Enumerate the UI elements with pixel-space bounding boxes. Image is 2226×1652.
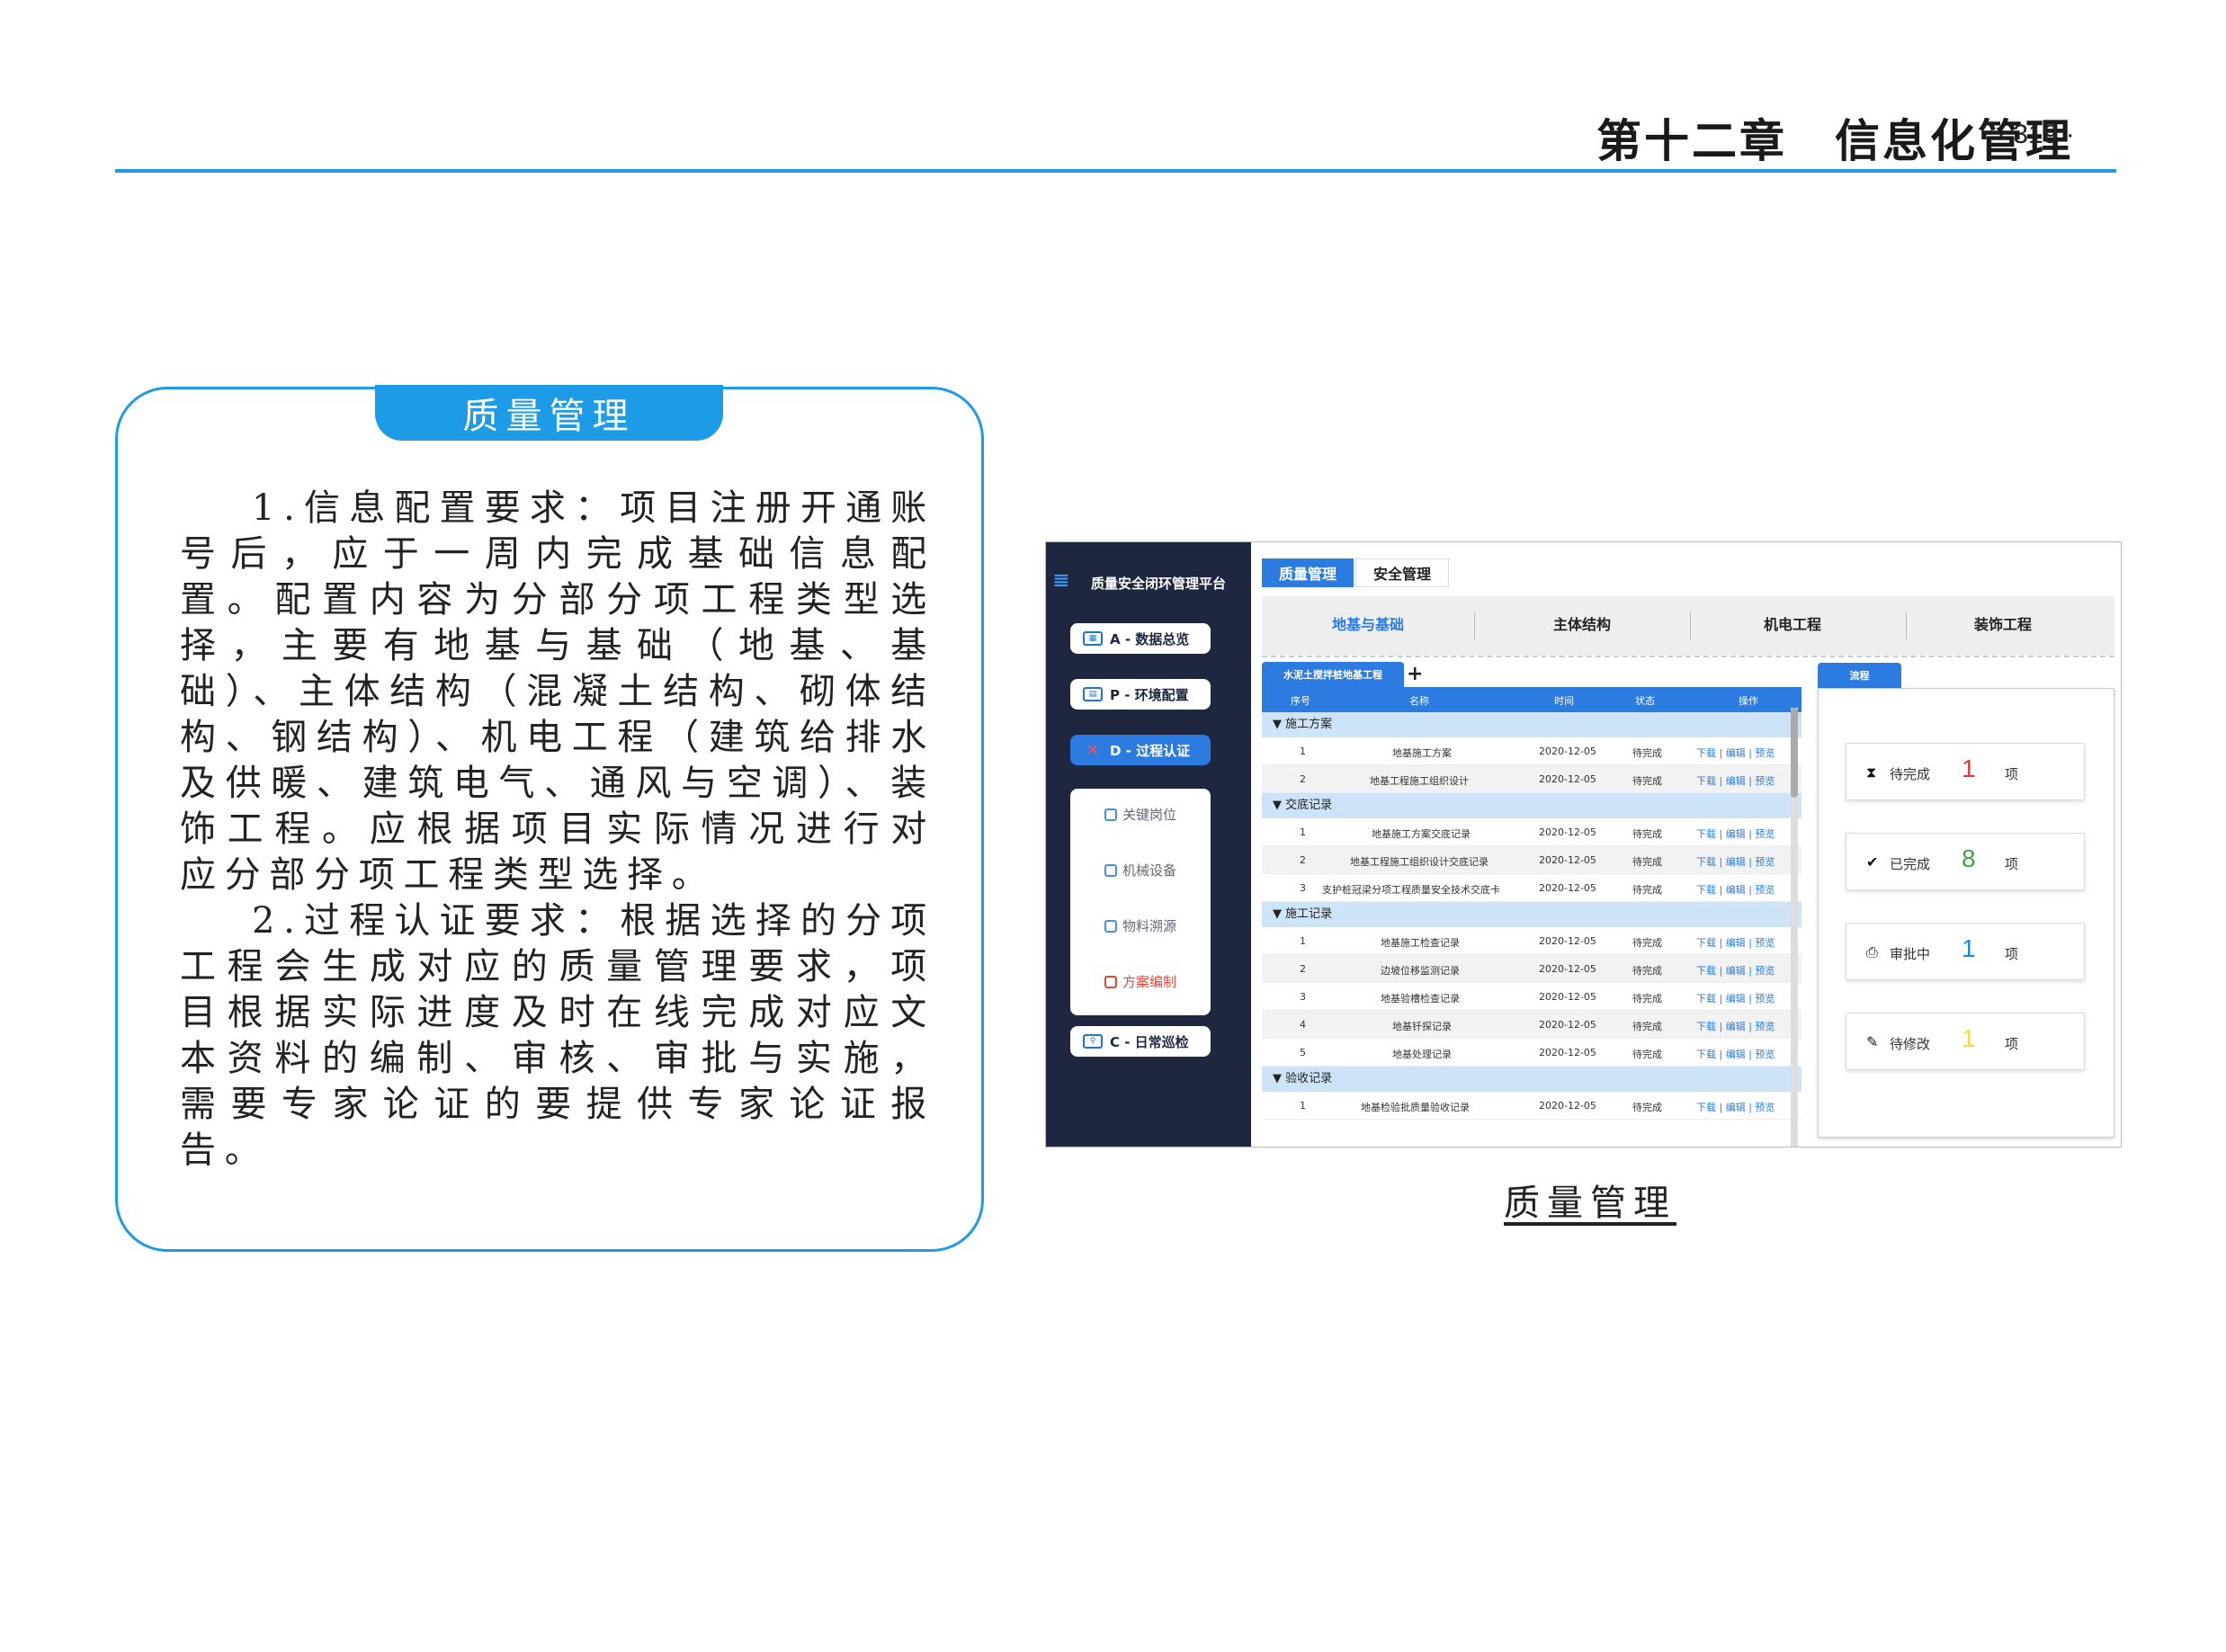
- main-panel: 质量管理 安全管理 地基与基础 主体结构 机电工程 装饰工程 水泥土搅拌桩地基工…: [1251, 542, 2121, 1147]
- submenu-material-trace[interactable]: 物料溯源: [1070, 916, 1211, 935]
- group-header[interactable]: ▼ 施工方案: [1262, 712, 1801, 737]
- table-row: 1 地基施工方案 2020-12-05 待完成 下载 | 编辑 | 预览: [1262, 737, 1801, 765]
- crane-icon: [1104, 864, 1117, 877]
- document-search-icon: ⎙: [1866, 943, 1878, 960]
- flow-card-done[interactable]: ✔ 已完成 8 项: [1846, 833, 2085, 890]
- done-count: 8: [1962, 844, 1976, 872]
- group-header[interactable]: ▼ 交底记录: [1262, 793, 1801, 818]
- row-actions[interactable]: 下载 | 编辑 | 预览: [1696, 935, 1775, 950]
- paragraph-2: 2.过程认证要求：根据选择的分项工程会生成对应的质量管理要求，项目根据实际进度及…: [180, 900, 935, 1171]
- category-foundation[interactable]: 地基与基础: [1269, 612, 1467, 634]
- group-header[interactable]: ▼ 验收记录: [1262, 1067, 1801, 1092]
- text-box-body: 1.信息配置要求：项目注册开通账号后，应于一周内完成基础信息配置。配置内容为分部…: [180, 486, 935, 1174]
- header-rule: [115, 169, 2116, 173]
- row-actions[interactable]: 下载 | 编辑 | 预览: [1696, 963, 1775, 978]
- figure-caption: 质量管理: [1504, 1183, 1676, 1224]
- nav-data-overview[interactable]: ▦ A - 数据总览: [1070, 623, 1211, 654]
- nav-daily-inspect[interactable]: ⚲ C - 日常巡检: [1070, 1026, 1211, 1057]
- row-actions[interactable]: 下载 | 编辑 | 预览: [1696, 854, 1775, 869]
- flow-card-pending[interactable]: ⧗ 待完成 1 项: [1846, 743, 2085, 800]
- document-icon: [1104, 976, 1117, 988]
- revise-count: 1: [1962, 1024, 1976, 1052]
- flow-tab[interactable]: 流程: [1818, 663, 1901, 688]
- table-row: 2 地基工程施工组织设计 2020-12-05 待完成 下载 | 编辑 | 预览: [1262, 765, 1801, 793]
- row-actions[interactable]: 下载 | 编辑 | 预览: [1696, 773, 1775, 788]
- inspector-icon: ⚲: [1083, 1034, 1103, 1049]
- nav-process-cert[interactable]: ✕ D - 过程认证: [1070, 735, 1211, 765]
- row-actions[interactable]: 下载 | 编辑 | 预览: [1696, 746, 1775, 760]
- flow-panel: ⧗ 待完成 1 项 ✔ 已完成 8 项 ⎙ 审批中 1 项 ✎ 待修改 1 项: [1818, 688, 2114, 1138]
- row-actions[interactable]: 下载 | 编辑 | 预览: [1696, 991, 1775, 1005]
- pending-count: 1: [1962, 755, 1976, 782]
- table-row: 4 地基钎探记录 2020-12-05 待完成 下载 | 编辑 | 预览: [1262, 1011, 1801, 1039]
- category-bar: 地基与基础 主体结构 机电工程 装饰工程: [1262, 596, 2114, 656]
- row-actions[interactable]: 下载 | 编辑 | 预览: [1696, 826, 1775, 841]
- row-actions[interactable]: 下载 | 编辑 | 预览: [1696, 1100, 1775, 1114]
- row-actions[interactable]: 下载 | 编辑 | 预览: [1696, 1019, 1775, 1033]
- category-structure[interactable]: 主体结构: [1483, 612, 1681, 634]
- tools-icon: ✕: [1086, 740, 1100, 760]
- submenu-key-posts[interactable]: 关键岗位: [1070, 805, 1211, 824]
- category-decoration[interactable]: 装饰工程: [1904, 612, 2102, 634]
- app-title: 质量安全闭环管理平台: [1091, 576, 1227, 592]
- calendar-icon: ▤: [1083, 687, 1103, 701]
- table-row: 1 地基施工方案交底记录 2020-12-05 待完成 下载 | 编辑 | 预览: [1262, 818, 1801, 846]
- submenu-plan-compile[interactable]: 方案编制: [1070, 972, 1211, 991]
- text-box-title: 质量管理: [375, 385, 723, 441]
- category-mep[interactable]: 机电工程: [1694, 612, 1891, 634]
- flow-card-approving[interactable]: ⎙ 审批中 1 项: [1846, 923, 2085, 980]
- table-scrollbar[interactable]: [1791, 708, 1798, 1147]
- submenu-machinery[interactable]: 机械设备: [1070, 861, 1211, 880]
- table-row: 2 地基工程施工组织设计交底记录 2020-12-05 待完成 下载 | 编辑 | 预览: [1262, 846, 1801, 874]
- pencil-icon: ✎: [1866, 1033, 1879, 1050]
- approving-count: 1: [1962, 934, 1976, 962]
- category-divider: [1474, 612, 1475, 639]
- dashboard-icon: ▦: [1083, 631, 1103, 646]
- box-icon: [1104, 920, 1117, 933]
- category-divider: [1690, 612, 1691, 639]
- logo-icon: 𝌆: [1053, 569, 1069, 591]
- list-tab[interactable]: 水泥土搅拌桩地基工程: [1262, 662, 1404, 687]
- table-row: 1 地基施工检查记录 2020-12-05 待完成 下载 | 编辑 | 预览: [1262, 927, 1801, 955]
- divider: [1262, 656, 2114, 657]
- person-icon: [1104, 808, 1117, 821]
- add-tab-button[interactable]: +: [1407, 663, 1423, 685]
- page-number: · 319 ·: [1997, 120, 2075, 149]
- table-row: 1 地基检验批质量验收记录 2020-12-05 待完成 下载 | 编辑 | 预览: [1262, 1092, 1801, 1120]
- sidebar: 𝌆 质量安全闭环管理平台 ▦ A - 数据总览 ▤ P - 环境配置 ✕ D - 过程…: [1046, 542, 1251, 1147]
- hourglass-icon: ⧗: [1866, 763, 1877, 781]
- tab-safety[interactable]: 安全管理: [1355, 558, 1449, 587]
- table-row: 3 地基验槽检查记录 2020-12-05 待完成 下载 | 编辑 | 预览: [1262, 983, 1801, 1011]
- table-row: 5 地基处理记录 2020-12-05 待完成 下载 | 编辑 | 预览: [1262, 1039, 1801, 1067]
- record-table: 序号 名称 时间 状态 操作 ▼ 施工方案 1 地基施工方案 2020-12-05 待…: [1262, 687, 1801, 1146]
- flow-card-revise[interactable]: ✎ 待修改 1 项: [1846, 1013, 2085, 1070]
- scrollbar-thumb[interactable]: [1791, 708, 1798, 798]
- submenu: 关键岗位 机械设备 物料溯源 方案编制: [1070, 789, 1211, 1015]
- group-header[interactable]: ▼ 施工记录: [1262, 902, 1801, 927]
- app-screenshot: 𝌆 质量安全闭环管理平台 ▦ A - 数据总览 ▤ P - 环境配置 ✕ D - 过程…: [1045, 541, 2122, 1147]
- table-header: 序号 名称 时间 状态 操作: [1262, 687, 1801, 712]
- check-icon: ✔: [1866, 853, 1879, 871]
- table-row: 3 支护桩冠梁分项工程质量安全技术交底卡 2020-12-05 待完成 下载 | 编辑 …: [1262, 874, 1801, 902]
- table-row: 2 边坡位移监测记录 2020-12-05 待完成 下载 | 编辑 | 预览: [1262, 955, 1801, 983]
- nav-env-config[interactable]: ▤ P - 环境配置: [1070, 679, 1211, 710]
- row-actions[interactable]: 下载 | 编辑 | 预览: [1696, 1047, 1775, 1061]
- tab-quality[interactable]: 质量管理: [1262, 558, 1354, 587]
- row-actions[interactable]: 下载 | 编辑 | 预览: [1696, 882, 1775, 897]
- paragraph-1: 1.信息配置要求：项目注册开通账号后，应于一周内完成基础信息配置。配置内容为分部…: [180, 487, 935, 896]
